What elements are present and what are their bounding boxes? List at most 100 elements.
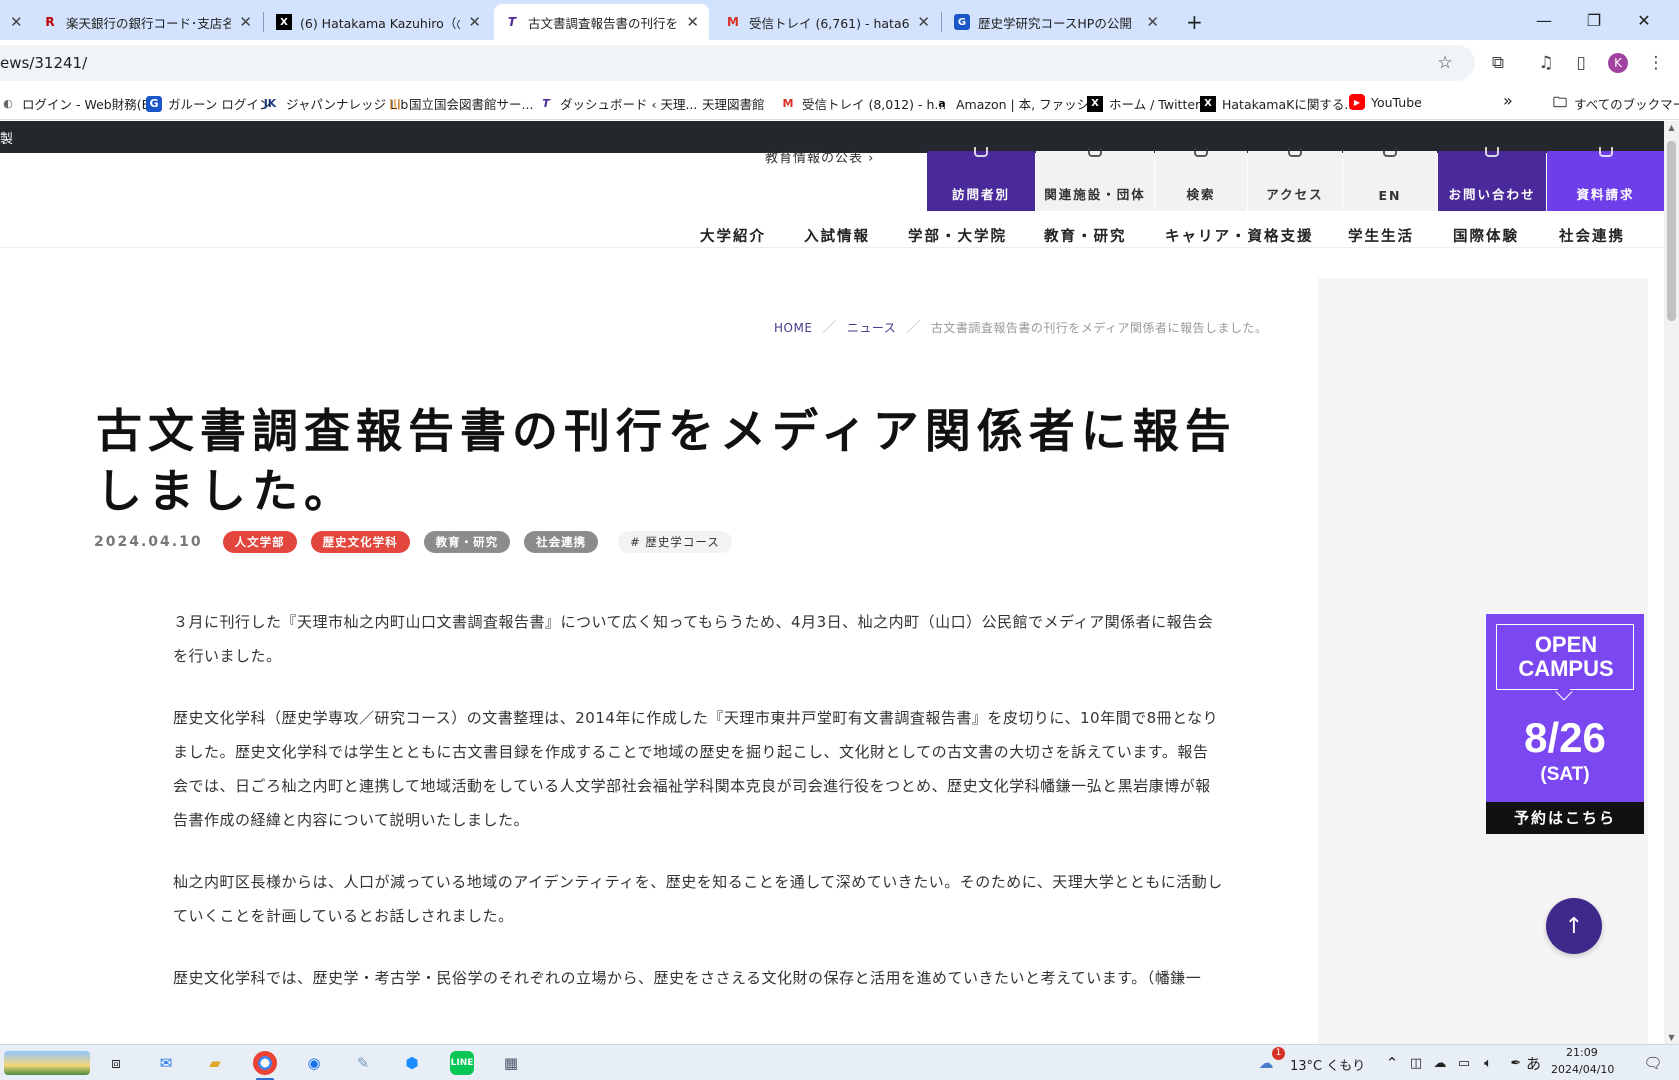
tag-community[interactable]: 社会連携 (524, 531, 599, 553)
hashtag-history-course[interactable]: # 歴史学コース (618, 531, 732, 553)
nav-item-admissions[interactable]: 入試情報 (804, 225, 870, 246)
tab-close-partial[interactable]: ✕ (0, 4, 30, 40)
address-bar[interactable]: ews/31241/ (0, 45, 1475, 81)
all-bookmarks-button[interactable]: 🗀 すべてのブックマーク (1552, 94, 1679, 113)
close-icon[interactable]: ✕ (239, 13, 252, 31)
pen-icon[interactable]: ✒ (1504, 1051, 1528, 1075)
media-control-icon[interactable]: ♫ (1535, 52, 1557, 74)
network-icon[interactable]: ▭ (1452, 1051, 1476, 1075)
open-campus-reserve-button[interactable]: 予約はこちら (1486, 802, 1644, 834)
new-tab-button[interactable]: + (1176, 4, 1206, 40)
notifications-icon[interactable]: 🗨︎ (1641, 1051, 1665, 1075)
weather-text[interactable]: 13°C くもり (1290, 1055, 1365, 1074)
tab-garoon[interactable]: G 歴史学研究コースHPの公開 ✕ (944, 4, 1169, 40)
bookmark-item[interactable]: G ガルーン ログイン (146, 94, 271, 113)
education-info-link[interactable]: 教育情報の公表 › (765, 147, 874, 166)
chevron-up-icon[interactable]: ⌃ (1380, 1051, 1404, 1075)
meet-icon[interactable]: ◫ (1404, 1051, 1428, 1075)
url-text[interactable]: ews/31241/ (0, 54, 87, 72)
bookmark-item[interactable]: ▶ YouTube (1349, 94, 1422, 110)
bookmark-label: ガルーン ログイン (168, 97, 272, 112)
breadcrumb-news[interactable]: ニュース (847, 321, 896, 335)
onedrive-icon[interactable]: ☁ (1428, 1051, 1452, 1075)
chrome-icon[interactable] (253, 1051, 277, 1075)
profile-avatar[interactable]: K (1608, 53, 1628, 73)
restore-button[interactable]: ❐ (1569, 0, 1619, 40)
tab-twitter[interactable]: X (6) Hatakama Kazuhiro（@Hata ✕ (266, 4, 491, 40)
security-shield-icon[interactable]: ⬢ (400, 1051, 424, 1075)
bookmark-item[interactable]: T ダッシュボード ‹ 天理... (538, 94, 697, 113)
breadcrumb-separator: ／ (822, 320, 837, 336)
ime-indicator[interactable]: あ (1526, 1053, 1541, 1074)
bookmark-item[interactable]: X HatakamaKに関する... (1200, 94, 1356, 113)
button-label: お問い合わせ (1448, 187, 1536, 202)
tag-history-culture[interactable]: 歴史文化学科 (310, 531, 410, 553)
extensions-icon[interactable]: ⧉ (1487, 52, 1509, 74)
tag-humanities[interactable]: 人文学部 (222, 531, 297, 553)
tab-rakuten[interactable]: R 楽天銀行の銀行コード･支店名･支 ✕ (32, 4, 262, 40)
request-materials-button[interactable]: 資料請求 (1547, 147, 1664, 211)
minimize-button[interactable]: — (1519, 0, 1569, 40)
close-icon[interactable]: ✕ (468, 13, 481, 31)
map-pin-icon (1288, 147, 1302, 157)
close-icon[interactable]: ✕ (686, 13, 699, 31)
calculator-icon[interactable]: ▦ (499, 1051, 523, 1075)
nav-item-faculties[interactable]: 学部・大学院 (908, 225, 1007, 246)
line-app-icon[interactable]: LINE (450, 1051, 474, 1075)
chevron-right-icon: › (868, 151, 875, 166)
bookmark-item[interactable]: ◐ ログイン - Web財務(B... (0, 94, 162, 113)
bookmark-item[interactable]: M 受信トレイ (8,012) - h... (780, 94, 947, 113)
tenri-logo-icon: T (542, 97, 550, 110)
nav-item-international[interactable]: 国際体験 (1453, 225, 1519, 246)
search-button[interactable]: 検索 (1155, 147, 1247, 211)
plus-icon: + (1186, 10, 1203, 34)
article-paragraph: ３月に刊行した『天理市杣之内町山口文書調査報告書』について広く知ってもらうため、… (173, 613, 1214, 665)
clock-time[interactable]: 21:09 (1566, 1046, 1598, 1059)
back-to-top-button[interactable]: ↑ (1546, 898, 1602, 954)
visitor-menu-button[interactable]: 訪問者別 (927, 147, 1035, 211)
close-icon[interactable]: ✕ (1146, 13, 1159, 31)
volume-icon[interactable]: 🔈︎ (1476, 1051, 1500, 1075)
tab-gmail[interactable]: M 受信トレイ (6,761) - hata6144@g ✕ (715, 4, 940, 40)
access-button[interactable]: アクセス (1248, 147, 1342, 211)
nav-item-community[interactable]: 社会連携 (1559, 225, 1625, 246)
bookmark-star-icon[interactable]: ☆ (1434, 52, 1456, 74)
garoon-icon: G (146, 95, 162, 112)
close-icon[interactable]: ✕ (917, 13, 930, 31)
menu-kebab-icon[interactable]: ⋮ (1645, 52, 1667, 74)
nav-item-education[interactable]: 教育・研究 (1044, 225, 1127, 246)
bookmark-item[interactable]: 天理図書館 (702, 94, 765, 113)
related-facilities-button[interactable]: 関連施設・団体 (1036, 147, 1154, 211)
tag-education-research[interactable]: 教育・研究 (423, 531, 511, 553)
scrollbar-thumb[interactable] (1667, 141, 1676, 321)
nav-item-student-life[interactable]: 学生生活 (1348, 225, 1414, 246)
scroll-up-icon[interactable]: ▲ (1664, 123, 1679, 132)
clock-date[interactable]: 2024/04/10 (1551, 1063, 1614, 1076)
paint-icon[interactable]: ✎ (351, 1051, 375, 1075)
bookmark-item[interactable]: ||| 国立国会図書館サー... (387, 94, 533, 113)
open-campus-banner[interactable]: OPEN CAMPUS 8/26 (SAT) 予約はこちら (1486, 614, 1644, 834)
bookmark-item[interactable]: X ホーム / Twitter (1087, 94, 1200, 113)
breadcrumb-home[interactable]: HOME (774, 321, 812, 335)
scroll-down-icon[interactable]: ▼ (1664, 1033, 1679, 1042)
nav-item-about[interactable]: 大学紹介 (700, 225, 766, 246)
task-view-icon[interactable]: ⧈ (104, 1051, 128, 1075)
tab-strip: ✕ R 楽天銀行の銀行コード･支店名･支 ✕ X (6) Hatakama Ka… (0, 0, 1679, 40)
contact-button[interactable]: お問い合わせ (1438, 147, 1546, 211)
button-label: アクセス (1266, 187, 1324, 202)
close-window-button[interactable]: ✕ (1619, 0, 1669, 40)
edge-like-icon[interactable]: ◉ (302, 1051, 326, 1075)
page-scrollbar[interactable]: ▲ ▼ (1664, 121, 1679, 1044)
more-bookmarks-button[interactable]: » (1503, 91, 1513, 110)
nav-item-career[interactable]: キャリア・資格支援 (1165, 225, 1314, 246)
tab-separator (941, 12, 942, 32)
widgets-landscape-icon[interactable] (4, 1051, 90, 1075)
mail-app-icon[interactable]: ✉ (154, 1051, 178, 1075)
bookmark-item[interactable]: a Amazon | 本, ファッシ... (934, 94, 1101, 113)
english-button[interactable]: EN (1343, 147, 1437, 211)
side-panel-icon[interactable]: ▯ (1570, 52, 1592, 74)
close-icon[interactable]: ✕ (10, 13, 23, 31)
tab-active-article[interactable]: T 古文書調査報告書の刊行をメディア ✕ (494, 4, 709, 40)
tab-title: (6) Hatakama Kazuhiro（@Hata (300, 15, 460, 31)
file-explorer-icon[interactable]: ▰ (203, 1051, 227, 1075)
